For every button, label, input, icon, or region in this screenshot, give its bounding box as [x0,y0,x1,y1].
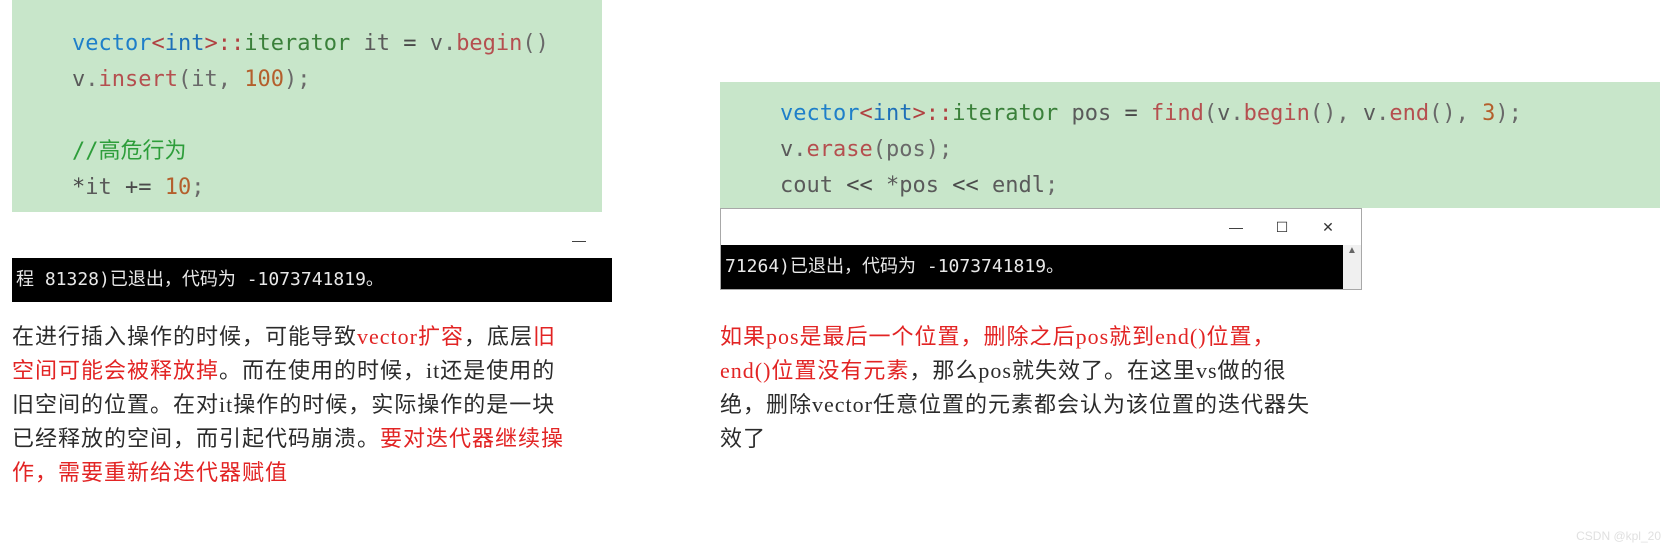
window-titlebar: — [12,222,612,258]
console-output: 71264)已退出，代码为 -1073741819。 [721,245,1345,289]
num-100: 100 [244,67,284,92]
scope-op: :: [218,31,245,56]
parens: () [522,31,549,56]
code-block-erase: vector<int>::iterator pos = find(v.begin… [720,82,1660,208]
maximize-button[interactable]: ☐ [1259,219,1305,236]
fn-erase: erase [807,137,873,162]
star: * [72,175,85,200]
kw-int: int [873,101,913,126]
dot: . [85,67,98,92]
kw-iterator: iterator [244,31,350,56]
angle-lt: < [151,31,164,56]
fn-begin: begin [456,31,522,56]
var-pos: pos [1058,101,1124,126]
text-red: vector扩容 [357,324,464,349]
comment-danger: //高危行为 [72,139,187,164]
text: ，底层 [464,324,533,349]
eq: = [1124,101,1151,126]
console-window: — ☐ ✕ 71264)已退出，代码为 -1073741819。 ▲ [720,208,1362,290]
p1: (), [1310,101,1363,126]
angle-lt: < [859,101,872,126]
eq: = [403,31,430,56]
p2: (), [1429,101,1482,126]
close-button[interactable]: ✕ [1305,219,1351,236]
kw-vector: vector [72,31,151,56]
dot: . [1376,101,1389,126]
var-v: v [780,137,793,162]
scroll-up-icon[interactable]: ▲ [1343,245,1361,256]
dot: . [793,137,806,162]
var-v: v [1363,101,1376,126]
kw-vector: vector [780,101,859,126]
fn-end: end [1389,101,1429,126]
explanation-left: 在进行插入操作的时候，可能导致vector扩容，底层旧空间可能会被释放掉。而在使… [12,320,572,490]
fn-insert: insert [99,67,178,92]
var-v: v [72,67,85,92]
fn-begin: begin [1244,101,1310,126]
num-3: 3 [1482,101,1495,126]
plus-eq: += [125,175,165,200]
stream-op: << [952,173,992,198]
dot: . [1230,101,1243,126]
var-v: v [430,31,443,56]
minimize-button[interactable]: — [556,232,602,248]
num-10: 10 [165,175,192,200]
fn-find: find [1151,101,1204,126]
kw-iterator: iterator [952,101,1058,126]
text: 在进行插入操作的时候，可能导致 [12,324,357,349]
code-block-insert: vector<int>::iterator it = v.begin() v.i… [12,0,602,212]
cout: cout [780,173,846,198]
scrollbar[interactable]: ▲ [1343,245,1361,289]
watermark: CSDN @kpl_20 [1576,529,1661,543]
var-v: v [1217,101,1230,126]
args: (it, [178,67,244,92]
stream-op: << [846,173,886,198]
semi: ; [1045,173,1058,198]
open: ( [1204,101,1217,126]
var-it: it [85,175,125,200]
window-titlebar: — ☐ ✕ [721,209,1361,245]
star-pos: *pos [886,173,952,198]
explanation-right: 如果pos是最后一个位置，删除之后pos就到end()位置，end()位置没有元… [720,320,1320,456]
angle-gt: > [204,31,217,56]
close: ); [284,67,311,92]
dot: . [443,31,456,56]
angle-gt: > [912,101,925,126]
endl: endl [992,173,1045,198]
var-it: it [350,31,403,56]
console-output: 程 81328)已退出，代码为 -1073741819。 [12,258,612,302]
args: (pos); [873,137,952,162]
close: ); [1495,101,1522,126]
scope-op: :: [926,101,953,126]
minimize-button[interactable]: — [1213,219,1259,235]
semi: ; [191,175,204,200]
kw-int: int [165,31,205,56]
